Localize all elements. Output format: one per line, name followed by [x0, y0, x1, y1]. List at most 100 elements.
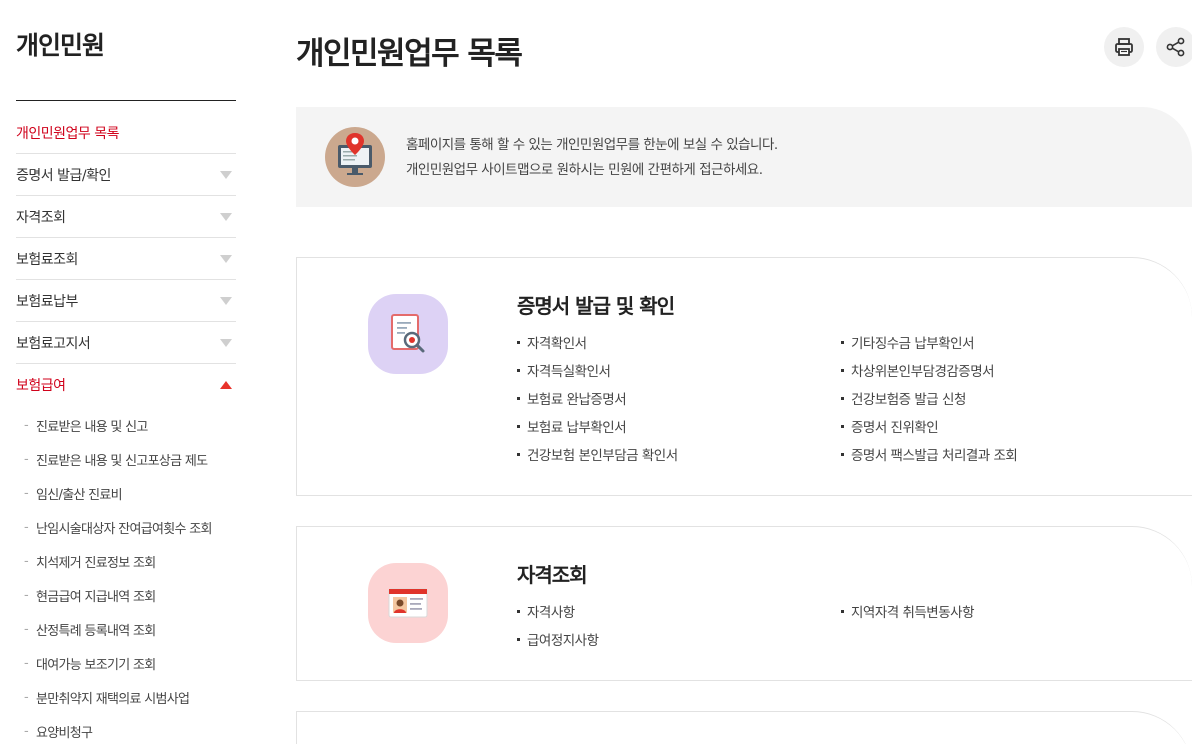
document-search-icon — [368, 294, 448, 374]
section-link[interactable]: 건강보험 본인부담금 확인서 — [517, 440, 841, 468]
dash-icon: - — [24, 451, 29, 467]
sidebar-item-premium-notice[interactable]: 보험료고지서 — [16, 322, 236, 364]
section-link[interactable]: 보험료 납부확인서 — [517, 412, 841, 440]
id-card-icon — [368, 563, 448, 643]
section-next — [296, 711, 1192, 744]
bullet-icon — [517, 609, 520, 613]
section-link[interactable]: 보험료 완납증명서 — [517, 384, 841, 412]
dash-icon: - — [24, 723, 29, 739]
section-link-label: 증명서 팩스발급 처리결과 조회 — [851, 448, 1018, 464]
intro-line: 홈페이지를 통해 할 수 있는 개인민원업무를 한눈에 보실 수 있습니다. — [406, 137, 778, 153]
section-title: 자격조회 — [517, 563, 588, 587]
chevron-down-icon — [220, 170, 232, 179]
submenu-item-label: 난임시술대상자 잔여급여횟수 조회 — [36, 521, 212, 537]
sidebar-item-label: 보험료납부 — [16, 293, 78, 310]
sidebar-divider — [16, 100, 236, 101]
sidebar-item-label: 보험료조회 — [16, 251, 78, 268]
submenu-item-label: 임신/출산 진료비 — [36, 487, 123, 503]
section-link-label: 보험료 완납증명서 — [527, 392, 627, 408]
submenu-item[interactable]: - 진료받은 내용 및 신고 — [16, 408, 236, 442]
sidebar-item-premium-inquiry[interactable]: 보험료조회 — [16, 238, 236, 280]
sidebar-title: 개인민원 — [16, 31, 105, 60]
bullet-icon — [517, 396, 520, 400]
sidebar-item-label: 자격조회 — [16, 209, 66, 226]
sidebar-item-civil-list[interactable]: 개인민원업무 목록 — [16, 112, 236, 154]
section-link-label: 건강보험 본인부담금 확인서 — [527, 448, 678, 464]
chevron-down-icon — [220, 338, 232, 347]
submenu-item[interactable]: - 현금급여 지급내역 조회 — [16, 578, 236, 612]
section-qualification: 자격조회 자격사항 지역자격 취득변동사항 급여정지사항 — [296, 526, 1192, 681]
share-icon — [1166, 37, 1185, 57]
intro-line: 개인민원업무 사이트맵으로 원하시는 민원에 간편하게 접근하세요. — [406, 162, 763, 178]
section-link[interactable]: 증명서 진위확인 — [841, 412, 1077, 440]
submenu-item[interactable]: - 대여가능 보조기기 조회 — [16, 646, 236, 680]
section-link[interactable]: 자격확인서 — [517, 328, 841, 356]
submenu-item[interactable]: - 치석제거 진료정보 조회 — [16, 544, 236, 578]
section-link[interactable]: 건강보험증 발급 신청 — [841, 384, 1077, 412]
submenu-item-label: 요양비청구 — [36, 725, 93, 741]
section-link[interactable]: 지역자격 취득변동사항 — [841, 597, 1077, 625]
submenu-item[interactable]: - 요양비청구 — [16, 714, 236, 744]
section-link-label: 급여정지사항 — [527, 633, 599, 649]
sidebar-item-insurance-benefit[interactable]: 보험급여 — [16, 364, 236, 406]
section-link-label: 자격득실확인서 — [527, 364, 611, 380]
sidebar-item-label: 증명서 발급/확인 — [16, 167, 111, 184]
section-link-list: 자격사항 지역자격 취득변동사항 급여정지사항 — [517, 597, 1077, 653]
dash-icon: - — [24, 621, 29, 637]
sidebar-item-premium-payment[interactable]: 보험료납부 — [16, 280, 236, 322]
dash-icon: - — [24, 417, 29, 433]
sidebar-menu: 개인민원업무 목록 증명서 발급/확인 자격조회 보험료조회 보험료납부 보험료… — [16, 112, 236, 744]
print-button[interactable] — [1104, 27, 1144, 67]
sidebar-item-label: 보험료고지서 — [16, 335, 91, 352]
section-link-label: 기타징수금 납부확인서 — [851, 336, 975, 352]
submenu-item-label: 치석제거 진료정보 조회 — [36, 555, 156, 571]
share-button[interactable] — [1156, 27, 1192, 67]
submenu-item-label: 대여가능 보조기기 조회 — [36, 657, 156, 673]
bullet-icon — [841, 609, 844, 613]
bullet-icon — [517, 340, 520, 344]
dash-icon: - — [24, 587, 29, 603]
intro-text: 홈페이지를 통해 할 수 있는 개인민원업무를 한눈에 보실 수 있습니다. 개… — [406, 133, 778, 183]
submenu-item[interactable]: - 진료받은 내용 및 신고포상금 제도 — [16, 442, 236, 476]
section-link-label: 보험료 납부확인서 — [527, 420, 627, 436]
section-link-list: 자격확인서 기타징수금 납부확인서 자격득실확인서 차상위본인부담경감증명서 보… — [517, 328, 1077, 468]
submenu-item-label: 진료받은 내용 및 신고 — [36, 419, 148, 435]
section-link-label: 자격사항 — [527, 605, 575, 621]
section-link[interactable]: 급여정지사항 — [517, 625, 841, 653]
dash-icon: - — [24, 655, 29, 671]
dash-icon: - — [24, 485, 29, 501]
section-link-label: 차상위본인부담경감증명서 — [851, 364, 995, 380]
section-link[interactable]: 차상위본인부담경감증명서 — [841, 356, 1077, 384]
sidebar-item-certificate[interactable]: 증명서 발급/확인 — [16, 154, 236, 196]
bullet-icon — [517, 368, 520, 372]
section-certificate: 증명서 발급 및 확인 자격확인서 기타징수금 납부확인서 자격득실확인서 차상… — [296, 257, 1192, 496]
submenu-item[interactable]: - 난임시술대상자 잔여급여횟수 조회 — [16, 510, 236, 544]
sidebar-item-qualification[interactable]: 자격조회 — [16, 196, 236, 238]
dash-icon: - — [24, 689, 29, 705]
submenu-item[interactable]: - 임신/출산 진료비 — [16, 476, 236, 510]
submenu-item[interactable]: - 분만취약지 재택의료 시범사업 — [16, 680, 236, 714]
submenu-item-label: 현금급여 지급내역 조회 — [36, 589, 156, 605]
bullet-icon — [841, 396, 844, 400]
bullet-icon — [517, 452, 520, 456]
location-monitor-icon — [325, 127, 385, 187]
section-link[interactable]: 자격득실확인서 — [517, 356, 841, 384]
printer-icon — [1115, 38, 1133, 56]
bullet-icon — [517, 637, 520, 641]
sidebar-submenu-container: - 진료받은 내용 및 신고 - 진료받은 내용 및 신고포상금 제도 - 임신/출산… — [16, 406, 236, 744]
bullet-icon — [841, 424, 844, 428]
section-link[interactable]: 증명서 팩스발급 처리결과 조회 — [841, 440, 1077, 468]
intro-box: 홈페이지를 통해 할 수 있는 개인민원업무를 한눈에 보실 수 있습니다. 개… — [296, 107, 1192, 207]
submenu-item[interactable]: - 산정특례 등록내역 조회 — [16, 612, 236, 646]
submenu-item-label: 분만취약지 재택의료 시범사업 — [36, 691, 190, 707]
chevron-up-icon — [220, 381, 232, 389]
section-link[interactable]: 기타징수금 납부확인서 — [841, 328, 1077, 356]
section-link[interactable]: 자격사항 — [517, 597, 841, 625]
bullet-icon — [841, 452, 844, 456]
sidebar-item-label: 보험급여 — [16, 378, 66, 394]
dash-icon: - — [24, 553, 29, 569]
section-link-label: 건강보험증 발급 신청 — [851, 392, 966, 408]
chevron-down-icon — [220, 296, 232, 305]
submenu-item-label: 산정특례 등록내역 조회 — [36, 623, 156, 639]
sidebar-submenu: - 진료받은 내용 및 신고 - 진료받은 내용 및 신고포상금 제도 - 임신/출산… — [16, 406, 236, 744]
